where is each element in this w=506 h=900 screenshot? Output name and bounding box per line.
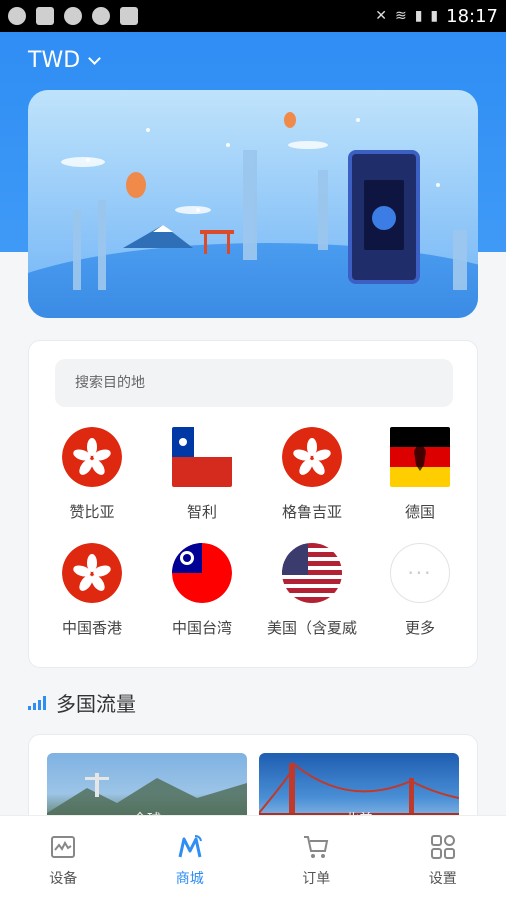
currency-selector[interactable]: TWD bbox=[28, 48, 102, 73]
multi-country-header: 多国流量 bbox=[28, 688, 136, 717]
chevron-down-icon bbox=[88, 51, 102, 65]
device-icon bbox=[48, 832, 78, 862]
destination-hong-kong[interactable]: 中国香港 bbox=[37, 543, 147, 638]
wechat-notification-icon-2 bbox=[92, 7, 110, 25]
travel-banner-illustration bbox=[28, 90, 478, 318]
mute-icon: ✕ bbox=[375, 8, 387, 24]
hong-kong-flag-icon bbox=[62, 427, 122, 487]
destination-usa[interactable]: 美国（含夏威 bbox=[257, 543, 367, 638]
tab-settings[interactable]: 设置 bbox=[380, 816, 506, 900]
tab-label: 订单 bbox=[302, 871, 331, 887]
hong-kong-flag-icon bbox=[282, 427, 342, 487]
promo-banner[interactable] bbox=[28, 90, 478, 318]
destination-more[interactable]: ··· 更多 bbox=[365, 543, 475, 638]
tab-label: 设置 bbox=[428, 871, 457, 887]
tab-mall[interactable]: 商城 bbox=[127, 816, 254, 900]
currency-label: TWD bbox=[28, 48, 81, 73]
destination-label: 赞比亚 bbox=[69, 503, 115, 521]
bottom-tab-bar: 设备 商城 订单 设置 bbox=[0, 815, 506, 900]
gallery-notification-icon bbox=[36, 7, 54, 25]
signal-icon: ▮ bbox=[414, 8, 423, 24]
tab-label: 商城 bbox=[175, 871, 204, 887]
destination-label: 智利 bbox=[186, 503, 217, 521]
notification-icons bbox=[8, 7, 138, 25]
tab-device[interactable]: 设备 bbox=[0, 816, 127, 900]
destinations-card: 赞比亚 智利 格鲁吉亚 德国 中国香港 bbox=[28, 340, 478, 668]
tab-orders[interactable]: 订单 bbox=[253, 816, 380, 900]
taiwan-flag-icon bbox=[172, 543, 232, 603]
section-title: 多国流量 bbox=[56, 692, 136, 716]
signal-bars-icon bbox=[28, 695, 46, 710]
destination-chile[interactable]: 智利 bbox=[147, 427, 257, 522]
settings-grid-icon bbox=[428, 832, 458, 862]
tab-label: 设备 bbox=[49, 871, 78, 887]
system-status: ✕ ≋ ▮ ▮ 18:17 bbox=[375, 6, 498, 27]
mall-icon bbox=[175, 832, 205, 862]
battery-icon: ▮ bbox=[430, 8, 439, 24]
destination-label: 更多 bbox=[404, 619, 435, 637]
destination-label: 德国 bbox=[404, 503, 435, 521]
destination-label: 中国台湾 bbox=[171, 619, 232, 637]
destination-germany[interactable]: 德国 bbox=[365, 427, 475, 522]
wechat-notification-icon bbox=[64, 7, 82, 25]
clock: 18:17 bbox=[446, 5, 498, 27]
status-bar: ✕ ≋ ▮ ▮ 18:17 bbox=[0, 0, 506, 32]
more-icon: ··· bbox=[390, 543, 450, 603]
destination-georgia[interactable]: 格鲁吉亚 bbox=[257, 427, 367, 522]
app-notification-icon bbox=[8, 7, 26, 25]
cart-icon bbox=[301, 832, 331, 862]
hong-kong-flag-icon bbox=[62, 543, 122, 603]
search-input[interactable] bbox=[55, 359, 453, 407]
germany-flag-icon bbox=[390, 427, 450, 487]
usa-flag-icon bbox=[282, 543, 342, 603]
destination-label: 美国（含夏威 bbox=[266, 619, 357, 637]
app-notification-icon-2 bbox=[120, 7, 138, 25]
destination-label: 中国香港 bbox=[61, 619, 122, 637]
destination-zambia[interactable]: 赞比亚 bbox=[37, 427, 147, 522]
destination-taiwan[interactable]: 中国台湾 bbox=[147, 543, 257, 638]
destination-label: 格鲁吉亚 bbox=[281, 503, 342, 521]
wifi-icon: ≋ bbox=[394, 8, 407, 24]
chile-flag-icon bbox=[172, 427, 232, 487]
